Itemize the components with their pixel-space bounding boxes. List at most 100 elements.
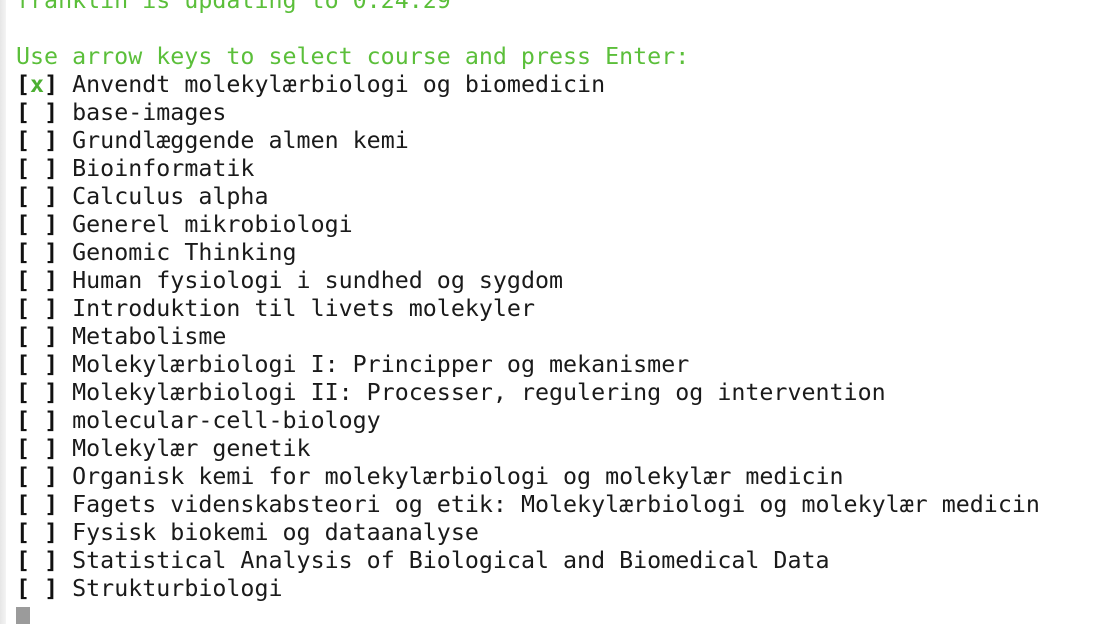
course-option-label: Fagets videnskabsteori og etik: Molekylæ…	[72, 491, 1040, 518]
selection-mark	[30, 575, 44, 602]
checkbox-close-bracket: ]	[44, 295, 73, 322]
checkbox-close-bracket: ]	[44, 351, 73, 378]
checkbox-open-bracket: [	[16, 71, 31, 98]
course-option[interactable]: [ ] Statistical Analysis of Biological a…	[16, 547, 1098, 575]
course-option[interactable]: [ ] Strukturbiologi	[16, 575, 1098, 603]
terminal-cursor	[16, 606, 30, 624]
course-option[interactable]: [ ] Fysisk biokemi og dataanalyse	[16, 519, 1098, 547]
checkbox-close-bracket: ]	[44, 127, 73, 154]
course-option-label: Calculus alpha	[72, 183, 269, 210]
course-option[interactable]: [ ] Bioinformatik	[16, 155, 1098, 183]
selection-mark	[30, 435, 44, 462]
checkbox-open-bracket: [	[16, 99, 31, 126]
checkbox-close-bracket: ]	[44, 547, 73, 574]
checkbox-close-bracket: ]	[44, 407, 73, 434]
checkbox-open-bracket: [	[16, 295, 31, 322]
selection-mark	[30, 323, 44, 350]
course-option[interactable]: [ ] Grundlæggende almen kemi	[16, 127, 1098, 155]
checkbox-open-bracket: [	[16, 547, 31, 574]
course-option-label: Generel mikrobiologi	[72, 211, 353, 238]
selection-mark	[30, 407, 44, 434]
course-option-label: Molekylærbiologi II: Processer, reguleri…	[72, 379, 886, 406]
course-option[interactable]: [ ] Molekylær genetik	[16, 435, 1098, 463]
course-option-label: Anvendt molekylærbiologi og biomedicin	[72, 71, 606, 98]
course-option[interactable]: [ ] Molekylærbiologi I: Principper og me…	[16, 351, 1098, 379]
course-option[interactable]: [x] Anvendt molekylærbiologi og biomedic…	[16, 71, 1098, 99]
course-option-label: Organisk kemi for molekylærbiologi og mo…	[72, 463, 844, 490]
course-option-label: base-images	[72, 99, 227, 126]
checkbox-close-bracket: ]	[44, 211, 73, 238]
course-option[interactable]: [ ] Human fysiologi i sundhed og sygdom	[16, 267, 1098, 295]
checkbox-close-bracket: ]	[44, 155, 73, 182]
checkbox-close-bracket: ]	[44, 575, 73, 602]
checkbox-open-bracket: [	[16, 323, 31, 350]
terminal-gutter	[0, 0, 6, 624]
checkbox-close-bracket: ]	[44, 71, 73, 98]
selection-prompt: Use arrow keys to select course and pres…	[16, 43, 690, 70]
course-option[interactable]: [ ] Metabolisme	[16, 323, 1098, 351]
checkbox-close-bracket: ]	[44, 323, 73, 350]
checkbox-close-bracket: ]	[44, 435, 73, 462]
selection-mark	[30, 519, 44, 546]
cursor-line	[16, 603, 1098, 624]
selection-mark	[30, 99, 44, 126]
checkbox-open-bracket: [	[16, 379, 31, 406]
course-option[interactable]: [ ] Organisk kemi for molekylærbiologi o…	[16, 463, 1098, 491]
terminal-window[interactable]: franklin is updating to 0.24.29 Use arro…	[0, 0, 1098, 624]
course-option-label: molecular-cell-biology	[72, 407, 381, 434]
course-option-label: Human fysiologi i sundhed og sygdom	[72, 267, 564, 294]
course-option-label: Molekylærbiologi I: Principper og mekani…	[72, 351, 690, 378]
checkbox-open-bracket: [	[16, 127, 31, 154]
course-option[interactable]: [ ] Genomic Thinking	[16, 239, 1098, 267]
terminal-content: franklin is updating to 0.24.29 Use arro…	[16, 0, 1098, 624]
checkbox-open-bracket: [	[16, 183, 31, 210]
selection-mark	[30, 463, 44, 490]
checkbox-close-bracket: ]	[44, 183, 73, 210]
course-option-label: Fysisk biokemi og dataanalyse	[72, 519, 479, 546]
checkbox-close-bracket: ]	[44, 239, 73, 266]
course-option-label: Genomic Thinking	[72, 239, 297, 266]
checkbox-open-bracket: [	[16, 407, 31, 434]
selection-mark	[30, 267, 44, 294]
course-option[interactable]: [ ] Molekylærbiologi II: Processer, regu…	[16, 379, 1098, 407]
course-option[interactable]: [ ] Generel mikrobiologi	[16, 211, 1098, 239]
course-option-label: Grundlæggende almen kemi	[72, 127, 409, 154]
checkbox-close-bracket: ]	[44, 519, 73, 546]
course-option-list: [x] Anvendt molekylærbiologi og biomedic…	[16, 71, 1098, 603]
course-option[interactable]: [ ] molecular-cell-biology	[16, 407, 1098, 435]
course-option[interactable]: [ ] Calculus alpha	[16, 183, 1098, 211]
course-option[interactable]: [ ] base-images	[16, 99, 1098, 127]
checkbox-open-bracket: [	[16, 519, 31, 546]
checkbox-open-bracket: [	[16, 351, 31, 378]
selection-mark	[30, 379, 44, 406]
checkbox-open-bracket: [	[16, 575, 31, 602]
checkbox-close-bracket: ]	[44, 491, 73, 518]
course-option-label: Metabolisme	[72, 323, 227, 350]
course-option[interactable]: [ ] Introduktion til livets molekyler	[16, 295, 1098, 323]
checkbox-close-bracket: ]	[44, 379, 73, 406]
course-option[interactable]: [ ] Fagets videnskabsteori og etik: Mole…	[16, 491, 1098, 519]
checkbox-open-bracket: [	[16, 239, 31, 266]
checkbox-open-bracket: [	[16, 155, 31, 182]
selection-mark	[30, 155, 44, 182]
selection-mark	[30, 295, 44, 322]
selection-mark	[30, 239, 44, 266]
course-option-label: Introduktion til livets molekyler	[72, 295, 535, 322]
checkbox-open-bracket: [	[16, 211, 31, 238]
selection-mark	[30, 351, 44, 378]
selection-mark	[30, 491, 44, 518]
selection-mark: x	[30, 71, 45, 98]
checkbox-open-bracket: [	[16, 463, 31, 490]
selection-mark	[30, 183, 44, 210]
status-line: franklin is updating to 0.24.29	[16, 0, 451, 14]
checkbox-close-bracket: ]	[44, 267, 73, 294]
selection-mark	[30, 547, 44, 574]
checkbox-open-bracket: [	[16, 435, 31, 462]
course-option-label: Strukturbiologi	[72, 575, 283, 602]
course-option-label: Statistical Analysis of Biological and B…	[72, 547, 830, 574]
selection-mark	[30, 127, 44, 154]
selection-mark	[30, 211, 44, 238]
checkbox-open-bracket: [	[16, 267, 31, 294]
checkbox-open-bracket: [	[16, 491, 31, 518]
